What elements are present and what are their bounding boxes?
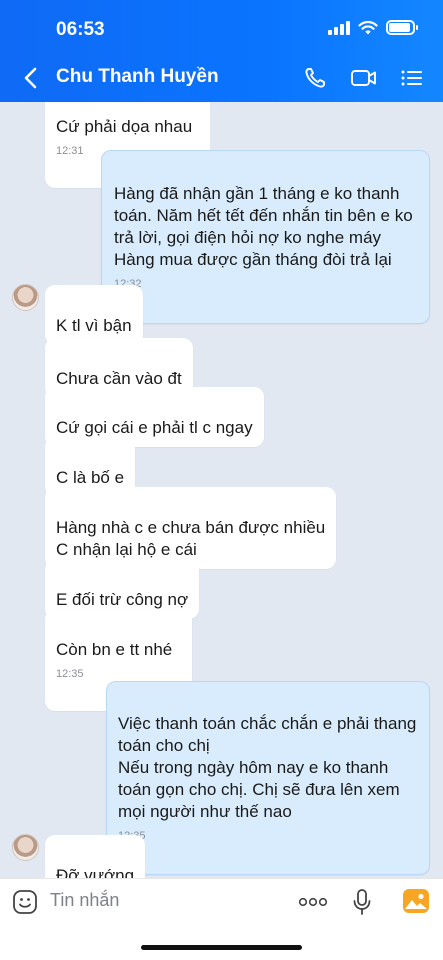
message-text: Hàng nhà c e chưa bán được nhiều C nhận … <box>56 518 326 559</box>
wifi-icon <box>358 20 378 35</box>
message-text: K tl vì bận <box>56 316 132 335</box>
back-chevron-icon[interactable] <box>20 64 42 92</box>
message-input[interactable]: Tin nhắn <box>50 890 119 911</box>
message-text: Còn bn e tt nhé <box>56 640 173 659</box>
contact-avatar[interactable] <box>12 834 39 861</box>
microphone-icon[interactable] <box>352 888 372 916</box>
message-text: Cứ gọi cái e phải tl c ngay <box>56 418 253 437</box>
message-text: Cứ phải dọa nhau <box>56 117 193 136</box>
message-text: C là bố e <box>56 468 125 487</box>
phone-icon[interactable] <box>303 66 329 90</box>
cellular-signal-icon <box>328 20 350 35</box>
message-time: 12:35 <box>118 829 418 843</box>
message-bubble[interactable]: Đỡ vướng <box>45 835 146 878</box>
message-bubble[interactable]: Việc thanh toán chắc chắn e phải thang t… <box>106 681 430 875</box>
message-bubble[interactable]: K tl vì bận <box>45 285 143 345</box>
message-bubble[interactable]: Hàng đã nhận gần 1 tháng e ko thanh toán… <box>101 150 430 324</box>
message-text: Đỡ vướng <box>56 866 135 878</box>
home-indicator[interactable] <box>141 945 302 950</box>
status-time: 06:53 <box>56 19 105 40</box>
menu-list-icon[interactable] <box>399 66 425 90</box>
message-text: Việc thanh toán chắc chắn e phải thang t… <box>118 714 417 821</box>
emoji-icon[interactable] <box>12 889 38 915</box>
message-bubble[interactable]: Hàng nhà c e chưa bán được nhiều C nhận … <box>45 487 337 569</box>
message-time: 12:35 <box>56 668 84 680</box>
video-call-icon[interactable] <box>350 66 378 90</box>
message-time: 12:32 <box>114 278 142 290</box>
contact-name[interactable]: Chu Thanh Huyền <box>56 66 219 88</box>
chat-header: 06:53 Chu Thanh Huyền <box>0 0 443 102</box>
contact-avatar[interactable] <box>12 284 39 311</box>
gallery-icon[interactable] <box>402 888 430 914</box>
status-icons <box>328 20 418 35</box>
more-options-icon[interactable] <box>298 895 328 909</box>
message-list[interactable]: Cứ phải dọa nhau 12:31 Hàng đã nhận gần … <box>0 102 443 878</box>
message-text: Chưa cần vào đt <box>56 369 182 388</box>
message-text: E đối trừ công nợ <box>56 590 189 609</box>
battery-icon <box>386 20 418 35</box>
message-text: Hàng đã nhận gần 1 tháng e ko thanh toán… <box>114 184 413 269</box>
